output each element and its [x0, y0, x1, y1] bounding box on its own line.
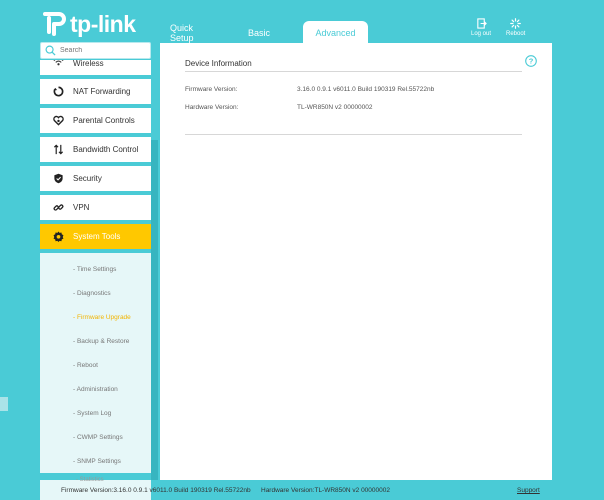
subitem-backup-restore[interactable]: - Backup & Restore: [40, 329, 151, 353]
search-input[interactable]: [60, 47, 145, 54]
left-edge-tab: [0, 397, 8, 411]
reboot-button[interactable]: Reboot: [506, 18, 525, 37]
logout-icon: [476, 18, 487, 29]
nat-forwarding-icon: [53, 86, 64, 97]
subitem-reboot[interactable]: - Reboot: [40, 353, 151, 377]
sidebar-item-label: VPN: [73, 203, 90, 212]
sidebar-scrollbar[interactable]: [151, 140, 158, 480]
reboot-icon: [510, 18, 522, 29]
sidebar-item-label: Wireless: [73, 60, 104, 68]
hardware-version-value: TL-WR850N v2 00000002: [297, 104, 373, 111]
sidebar-item-nat-forwarding[interactable]: NAT Forwarding: [40, 79, 151, 104]
sidebar: Wireless NAT Forwarding Parental Control…: [40, 60, 151, 480]
vpn-icon: [53, 204, 64, 211]
tp-link-logo: tp-link: [40, 10, 136, 38]
subitem-system-log[interactable]: - System Log: [40, 401, 151, 425]
tab-quick-setup[interactable]: Quick Setup: [156, 21, 228, 44]
parental-controls-icon: [53, 115, 64, 126]
section-divider: [185, 71, 522, 72]
subitem-firmware-upgrade[interactable]: - Firmware Upgrade: [40, 305, 151, 329]
shield-icon: [54, 173, 63, 184]
sidebar-item-parental-controls[interactable]: Parental Controls: [40, 108, 151, 133]
firmware-version-value: 3.16.0 0.9.1 v6011.0 Build 190319 Rel.55…: [297, 86, 435, 93]
subitem-administration[interactable]: - Administration: [40, 377, 151, 401]
subitem-snmp-settings[interactable]: - SNMP Settings: [40, 449, 151, 473]
help-icon[interactable]: ?: [525, 55, 537, 67]
bandwidth-control-icon: [53, 144, 64, 155]
footer-firmware-version: Firmware Version:3.16.0 0.9.1 v6011.0 Bu…: [61, 487, 251, 494]
section-title: Device Information: [185, 59, 252, 68]
top-tabs: Quick Setup Basic Advanced: [156, 21, 368, 44]
gear-icon: [53, 231, 64, 242]
logout-button[interactable]: Log out: [471, 18, 491, 37]
section-divider-bottom: [185, 134, 522, 135]
reboot-label: Reboot: [506, 31, 526, 37]
sidebar-item-label: NAT Forwarding: [73, 87, 131, 96]
footer-hardware-version: Hardware Version:TL-WR850N v2 00000002: [261, 487, 390, 494]
logo-text: tp-link: [70, 10, 136, 37]
sidebar-item-system-tools[interactable]: System Tools: [40, 224, 151, 249]
subitem-statistics[interactable]: - Statistics: [76, 477, 104, 483]
subitem-cwmp-settings[interactable]: - CWMP Settings: [40, 425, 151, 449]
logout-label: Log out: [471, 31, 492, 37]
tab-basic[interactable]: Basic: [228, 21, 290, 44]
wireless-icon: [53, 60, 64, 66]
sidebar-item-label: Security: [73, 174, 102, 183]
sidebar-item-label: Parental Controls: [73, 116, 135, 125]
sidebar-item-bandwidth-control[interactable]: Bandwidth Control: [40, 137, 151, 162]
hardware-version-label: Hardware Version:: [185, 104, 239, 111]
sidebar-item-wireless[interactable]: Wireless: [40, 60, 151, 75]
sidebar-item-label: System Tools: [73, 232, 121, 241]
sidebar-item-vpn[interactable]: VPN: [40, 195, 151, 220]
sidebar-item-security[interactable]: Security: [40, 166, 151, 191]
subitem-time-settings[interactable]: - Time Settings: [40, 257, 151, 281]
system-tools-submenu: - Time Settings - Diagnostics - Firmware…: [40, 253, 151, 473]
tab-advanced[interactable]: Advanced: [303, 21, 368, 44]
search-box: [40, 42, 151, 59]
firmware-version-label: Firmware Version:: [185, 86, 238, 93]
support-link[interactable]: Support: [517, 487, 540, 494]
sidebar-item-label: Bandwidth Control: [73, 145, 139, 154]
search-icon: [45, 45, 56, 56]
footer: - Statistics Firmware Version:3.16.0 0.9…: [0, 477, 604, 500]
tp-link-logo-icon: [43, 12, 66, 36]
svg-text:?: ?: [529, 57, 534, 66]
subitem-diagnostics[interactable]: - Diagnostics: [40, 281, 151, 305]
